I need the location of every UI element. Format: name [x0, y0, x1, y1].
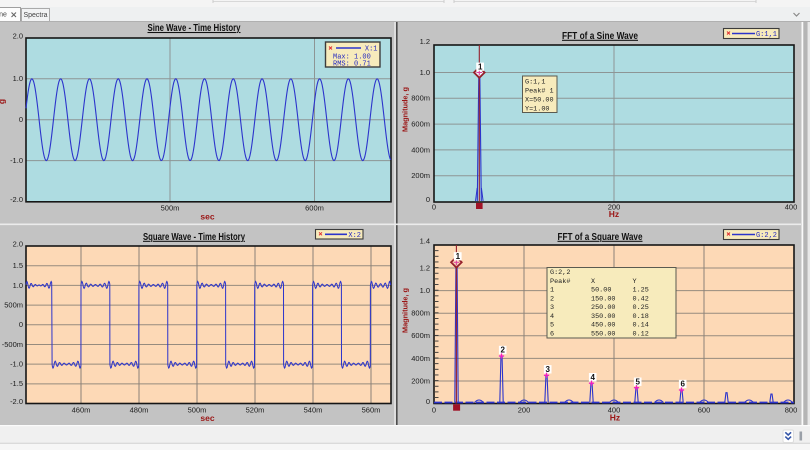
svg-text:X:1: X:1	[365, 46, 378, 54]
svg-text:ne: ne	[0, 12, 7, 19]
svg-text:Sine Wave - Time History: Sine Wave - Time History	[148, 22, 241, 34]
svg-text:0.42: 0.42	[633, 295, 649, 303]
svg-text:600m: 600m	[411, 331, 430, 340]
svg-text:-500m: -500m	[2, 340, 23, 349]
svg-text:520m: 520m	[246, 406, 265, 415]
svg-text:-1.0: -1.0	[10, 360, 23, 369]
svg-text:400m: 400m	[411, 145, 430, 154]
svg-text:Square Wave - Time History: Square Wave - Time History	[143, 231, 245, 243]
svg-text:460m: 460m	[72, 406, 91, 415]
svg-text:Peak#: Peak#	[550, 278, 570, 286]
svg-text:FFT of a Sine Wave: FFT of a Sine Wave	[562, 30, 638, 42]
svg-text:1: 1	[478, 63, 483, 72]
svg-text:g: g	[0, 99, 7, 104]
svg-text:600m: 600m	[411, 120, 430, 129]
svg-text:1: 1	[550, 287, 554, 295]
svg-text:0: 0	[432, 202, 436, 211]
svg-text:1.0: 1.0	[420, 68, 430, 77]
svg-text:800m: 800m	[411, 309, 430, 318]
svg-text:G:2,2: G:2,2	[550, 269, 570, 277]
svg-text:50.00: 50.00	[591, 287, 611, 295]
svg-text:G:1,1: G:1,1	[525, 78, 545, 86]
svg-text:0.14: 0.14	[633, 322, 649, 330]
svg-text:X:2: X:2	[348, 232, 361, 240]
svg-text:Hz: Hz	[609, 209, 619, 219]
svg-text:2: 2	[500, 346, 505, 355]
svg-text:200m: 200m	[411, 171, 430, 180]
svg-text:150.00: 150.00	[591, 295, 615, 303]
svg-text:600m: 600m	[305, 204, 324, 213]
svg-text:500m: 500m	[4, 301, 23, 310]
svg-text:2: 2	[550, 295, 554, 303]
svg-text:200: 200	[518, 406, 531, 415]
svg-text:Hz: Hz	[610, 412, 620, 422]
svg-text:0: 0	[426, 195, 430, 204]
svg-text:X=50.00: X=50.00	[525, 96, 554, 104]
svg-text:480m: 480m	[130, 406, 149, 415]
svg-text:0.18: 0.18	[633, 313, 649, 321]
svg-text:5: 5	[550, 322, 554, 330]
svg-text:Magnitude, g: Magnitude, g	[401, 87, 410, 132]
svg-text:400m: 400m	[411, 354, 430, 363]
svg-text:FFT of a Square Wave: FFT of a Square Wave	[558, 231, 643, 243]
svg-text:RMS: 0.71: RMS: 0.71	[333, 61, 371, 69]
svg-text:600: 600	[698, 406, 711, 415]
svg-text:450.00: 450.00	[591, 322, 615, 330]
svg-text:6: 6	[680, 380, 685, 389]
svg-text:200m: 200m	[411, 376, 430, 385]
svg-text:1.4: 1.4	[420, 237, 430, 246]
svg-text:Y: Y	[633, 278, 637, 286]
svg-text:1.25: 1.25	[633, 287, 649, 295]
svg-text:3: 3	[550, 304, 554, 312]
svg-text:1: 1	[456, 252, 461, 261]
svg-text:G:2,2: G:2,2	[756, 232, 777, 240]
svg-text:550.00: 550.00	[591, 330, 615, 338]
svg-text:1.0: 1.0	[13, 74, 23, 83]
svg-text:800m: 800m	[411, 94, 430, 103]
svg-text:5: 5	[635, 377, 640, 386]
svg-text:250.00: 250.00	[591, 304, 615, 312]
svg-text:560m: 560m	[362, 406, 381, 415]
svg-text:400: 400	[785, 202, 798, 211]
svg-text:Peak# 1: Peak# 1	[525, 87, 554, 95]
svg-text:X: X	[591, 278, 595, 286]
svg-text:-2.0: -2.0	[10, 397, 23, 406]
svg-text:Y=1.00: Y=1.00	[525, 105, 549, 113]
svg-text:1.2: 1.2	[420, 263, 430, 272]
svg-text:-2.0: -2.0	[10, 195, 23, 204]
svg-text:500m: 500m	[161, 204, 180, 213]
svg-text:1.2: 1.2	[420, 37, 430, 46]
svg-text:sec: sec	[200, 212, 214, 222]
svg-text:Magnitude, g: Magnitude, g	[401, 288, 410, 333]
svg-text:1.0: 1.0	[13, 281, 23, 290]
svg-text:0: 0	[19, 115, 23, 124]
svg-text:0: 0	[19, 320, 23, 329]
svg-text:0.25: 0.25	[633, 304, 649, 312]
svg-text:0: 0	[432, 406, 436, 415]
svg-text:4: 4	[590, 373, 595, 382]
svg-text:2.0: 2.0	[13, 32, 23, 41]
svg-text:1.5: 1.5	[13, 261, 23, 270]
svg-text:1.0: 1.0	[420, 286, 430, 295]
svg-text:-1.0: -1.0	[10, 156, 23, 165]
svg-text:0.12: 0.12	[633, 330, 649, 338]
svg-text:2.0: 2.0	[13, 240, 23, 249]
svg-text:350.00: 350.00	[591, 313, 615, 321]
svg-text:G:1,1: G:1,1	[756, 31, 777, 39]
svg-text:sec: sec	[200, 413, 214, 423]
svg-text:3: 3	[545, 365, 550, 374]
svg-text:6: 6	[550, 330, 554, 338]
svg-text:Spectra: Spectra	[23, 12, 47, 19]
svg-text:-1.5: -1.5	[10, 379, 23, 388]
svg-text:0: 0	[426, 397, 430, 406]
svg-text:540m: 540m	[304, 406, 323, 415]
svg-text:4: 4	[550, 313, 554, 321]
svg-text:800: 800	[785, 406, 798, 415]
